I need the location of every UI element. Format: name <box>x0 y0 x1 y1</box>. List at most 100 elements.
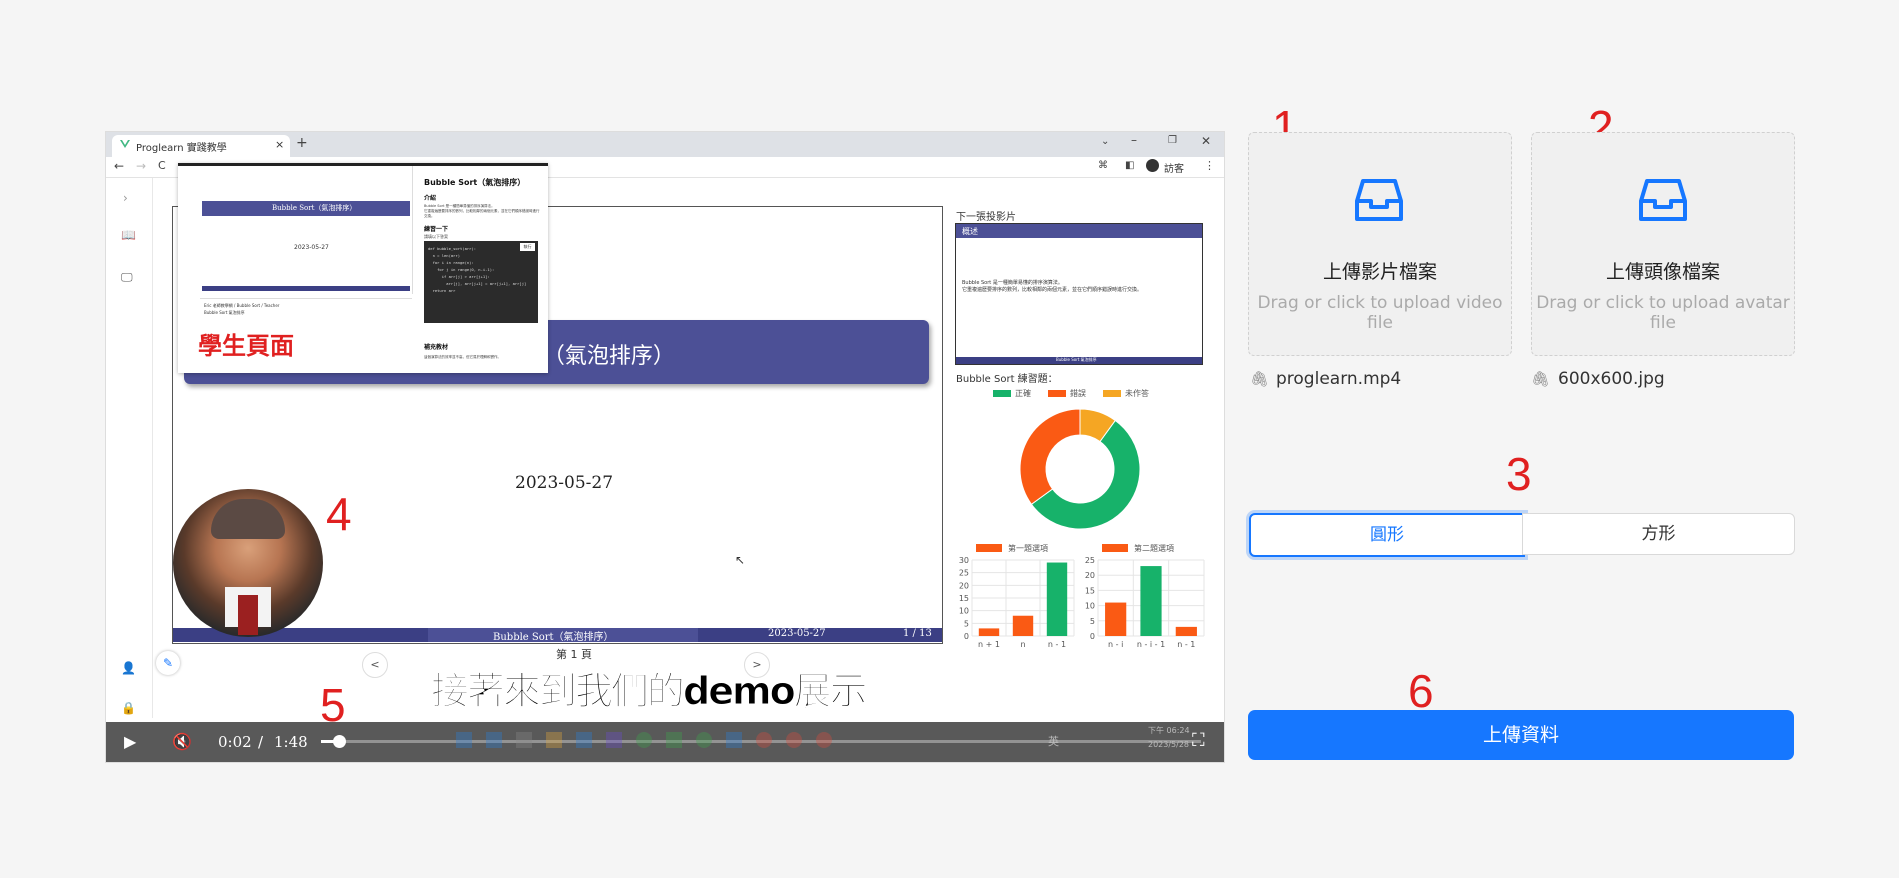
tab-search-icon[interactable]: ⌄ <box>1101 136 1109 147</box>
y-tick-label: 30 <box>959 556 969 565</box>
y-tick-label: 0 <box>964 632 969 641</box>
code-line: def bubble_sort(arr): <box>428 246 477 251</box>
ime-indicator: 英 <box>1048 735 1059 748</box>
monitor-icon[interactable]: 🖵 <box>121 270 133 285</box>
maximize-icon[interactable]: ❐ <box>1168 135 1177 146</box>
menu-icon[interactable]: ⋮ <box>1204 159 1215 172</box>
shape-option-circle[interactable]: 圓形 <box>1249 513 1525 557</box>
user-icon[interactable]: 👤 <box>121 661 136 675</box>
back-icon[interactable]: ← <box>114 159 124 173</box>
marker-3: 3 <box>1506 448 1532 500</box>
subtitle-caption: 接著來到我們的demo展示 <box>431 669 869 714</box>
window-close-icon[interactable]: ✕ <box>1201 134 1211 148</box>
video-upload-dropzone[interactable]: 上傳影片檔案 Drag or click to upload video fil… <box>1248 132 1512 356</box>
submit-button[interactable]: 上傳資料 <box>1248 710 1794 760</box>
book-icon[interactable]: 📖 <box>121 228 136 242</box>
overlay-banner-text: Bubble Sort（氣泡排序） <box>272 204 357 212</box>
paperclip-icon: 🖇 <box>1250 370 1270 388</box>
y-tick-label: 25 <box>1085 556 1095 565</box>
tab-close-icon[interactable]: × <box>275 138 284 151</box>
lock-icon[interactable]: 🔒 <box>121 701 136 715</box>
time-separator: / <box>258 733 264 751</box>
next-slide-label: 下一張投影片 <box>956 212 1016 223</box>
vue-logo-icon <box>120 139 130 149</box>
bar <box>1140 566 1162 636</box>
bar <box>1105 602 1127 636</box>
qr-icon[interactable]: ⌘ <box>1098 160 1108 171</box>
legend-wrong: 錯誤 <box>1070 389 1086 398</box>
shape-option-square[interactable]: 方形 <box>1522 513 1795 555</box>
avatar-upload-hint: Drag or click to upload avatar file <box>1536 293 1790 333</box>
overlay-breadcrumb-2: Bubble Sort 氣泡排序 <box>204 310 245 315</box>
student-page-label: 學生頁面 <box>198 332 294 360</box>
slide-footer-page: 1 / 13 <box>903 628 932 639</box>
bar <box>1046 562 1068 636</box>
overlay-date: 2023-05-27 <box>294 244 329 251</box>
question-2-bar-chart: 第二題選項 25 20 15 10 5 0 n - i n - i - 1 n - 1 <box>1085 543 1205 649</box>
y-tick-label: 20 <box>1085 571 1095 580</box>
inbox-icon <box>1355 177 1403 227</box>
reload-icon[interactable]: C <box>158 159 166 172</box>
student-page-overlay: Bubble Sort（氣泡排序） 2023-05-27 Eric 老師教學網 … <box>178 163 548 373</box>
play-icon[interactable]: ▶ <box>124 732 136 751</box>
forward-icon[interactable]: → <box>136 159 146 173</box>
fullscreen-icon[interactable]: ⛶ <box>1192 730 1205 751</box>
paperclip-icon: 🖇 <box>1531 370 1551 388</box>
code-editor[interactable]: def bubble_sort(arr): n = len(arr) for i… <box>424 241 538 323</box>
expand-icon[interactable]: › <box>123 191 128 205</box>
overlay-intro-title: 介紹 <box>424 195 437 202</box>
inbox-icon <box>1639 177 1687 227</box>
overlay-intro-text: Bubble Sort 是一種簡單易懂的排序演算法。 它重複遍歷要排序的數列，比… <box>424 204 540 218</box>
y-tick-label: 5 <box>1090 617 1095 626</box>
avatar-file-name[interactable]: 600x600.jpg <box>1558 369 1665 389</box>
avatar-upload-title: 上傳頭像檔案 <box>1605 261 1720 283</box>
video-upload-hint: Drag or click to upload video file <box>1257 293 1503 333</box>
video-file-name[interactable]: proglearn.mp4 <box>1276 369 1401 389</box>
player-controls: ▶ 🔇 0:02 / 1:48 英 下午 06:24 2023/5/28 ⛶ <box>106 722 1224 762</box>
pen-icon[interactable]: ✎ <box>156 651 180 675</box>
quiz-title: Bubble Sort 練習題： <box>956 374 1058 385</box>
avatar <box>173 489 323 637</box>
x-tick-label: n - 1 <box>1048 640 1066 649</box>
code-line: n = len(arr) <box>428 253 461 258</box>
legend-label: 第一題選項 <box>1008 543 1048 553</box>
avatar-upload-dropzone[interactable]: 上傳頭像檔案 Drag or click to upload avatar fi… <box>1531 132 1795 356</box>
browser-tab-bar: Proglearn 實踐教學 × + ⌄ – ❐ ✕ <box>106 132 1224 157</box>
sidepanel-icon[interactable]: ◧ <box>1125 160 1134 171</box>
overlay-heading: Bubble Sort（氣泡排序） <box>424 178 526 187</box>
run-button[interactable]: 執行 <box>520 243 535 251</box>
legend-swatch <box>1102 544 1128 552</box>
new-tab-button[interactable]: + <box>296 135 308 151</box>
overlay-supplement-title: 補充教材 <box>424 344 449 351</box>
x-tick-label: n - i - 1 <box>1137 640 1165 649</box>
video-player[interactable]: Proglearn 實踐教學 × + ⌄ – ❐ ✕ ← → C ⌘ ◧ 訪客 … <box>105 131 1225 763</box>
code-line: return arr <box>428 288 456 293</box>
legend-swatch <box>976 544 1002 552</box>
video-upload-title: 上傳影片檔案 <box>1322 261 1437 283</box>
progress-handle[interactable] <box>332 735 346 748</box>
browser-tab[interactable]: Proglearn 實踐教學 × <box>112 135 290 157</box>
y-tick-label: 10 <box>1085 602 1095 611</box>
mouse-cursor-icon: ↖ <box>735 553 746 567</box>
x-tick-label: n - 1 <box>1177 640 1195 649</box>
code-line: if arr[j] > arr[j+1]: <box>428 274 490 279</box>
marker-4: 4 <box>326 488 352 540</box>
slide-footer: Bubble Sort（氣泡排序） 2023-05-27 1 / 13 <box>173 628 942 643</box>
y-tick-label: 25 <box>959 569 969 578</box>
bar <box>978 628 1000 636</box>
legend-correct: 正確 <box>1015 389 1031 398</box>
next-slide-preview[interactable]: 概述 Bubble Sort 是一種簡單易懂的排序演算法。 它重複遍歷要排序的數… <box>955 223 1203 365</box>
overlay-supplement-text: 這個演算法的效率並不高，但它易於理解和實作。 <box>424 355 501 359</box>
minimize-icon[interactable]: – <box>1131 133 1137 147</box>
taskbar-date: 2023/5/28 <box>1148 740 1190 749</box>
app-sidebar: › 📖 🖵 👤 🔒 <box>106 178 153 718</box>
profile-icon[interactable] <box>1146 159 1159 172</box>
slide-footer-title: Bubble Sort（氣泡排序） <box>493 632 614 643</box>
muted-icon[interactable]: 🔇 <box>172 732 192 751</box>
slide-title: t（氣泡排序） <box>534 344 675 369</box>
y-tick-label: 10 <box>959 607 969 616</box>
code-line: arr[j], arr[j+1] = arr[j+1], arr[j] <box>428 281 527 286</box>
prev-slide-button[interactable]: < <box>362 652 388 678</box>
y-tick-label: 15 <box>959 594 969 603</box>
guest-label[interactable]: 訪客 <box>1164 160 1184 175</box>
